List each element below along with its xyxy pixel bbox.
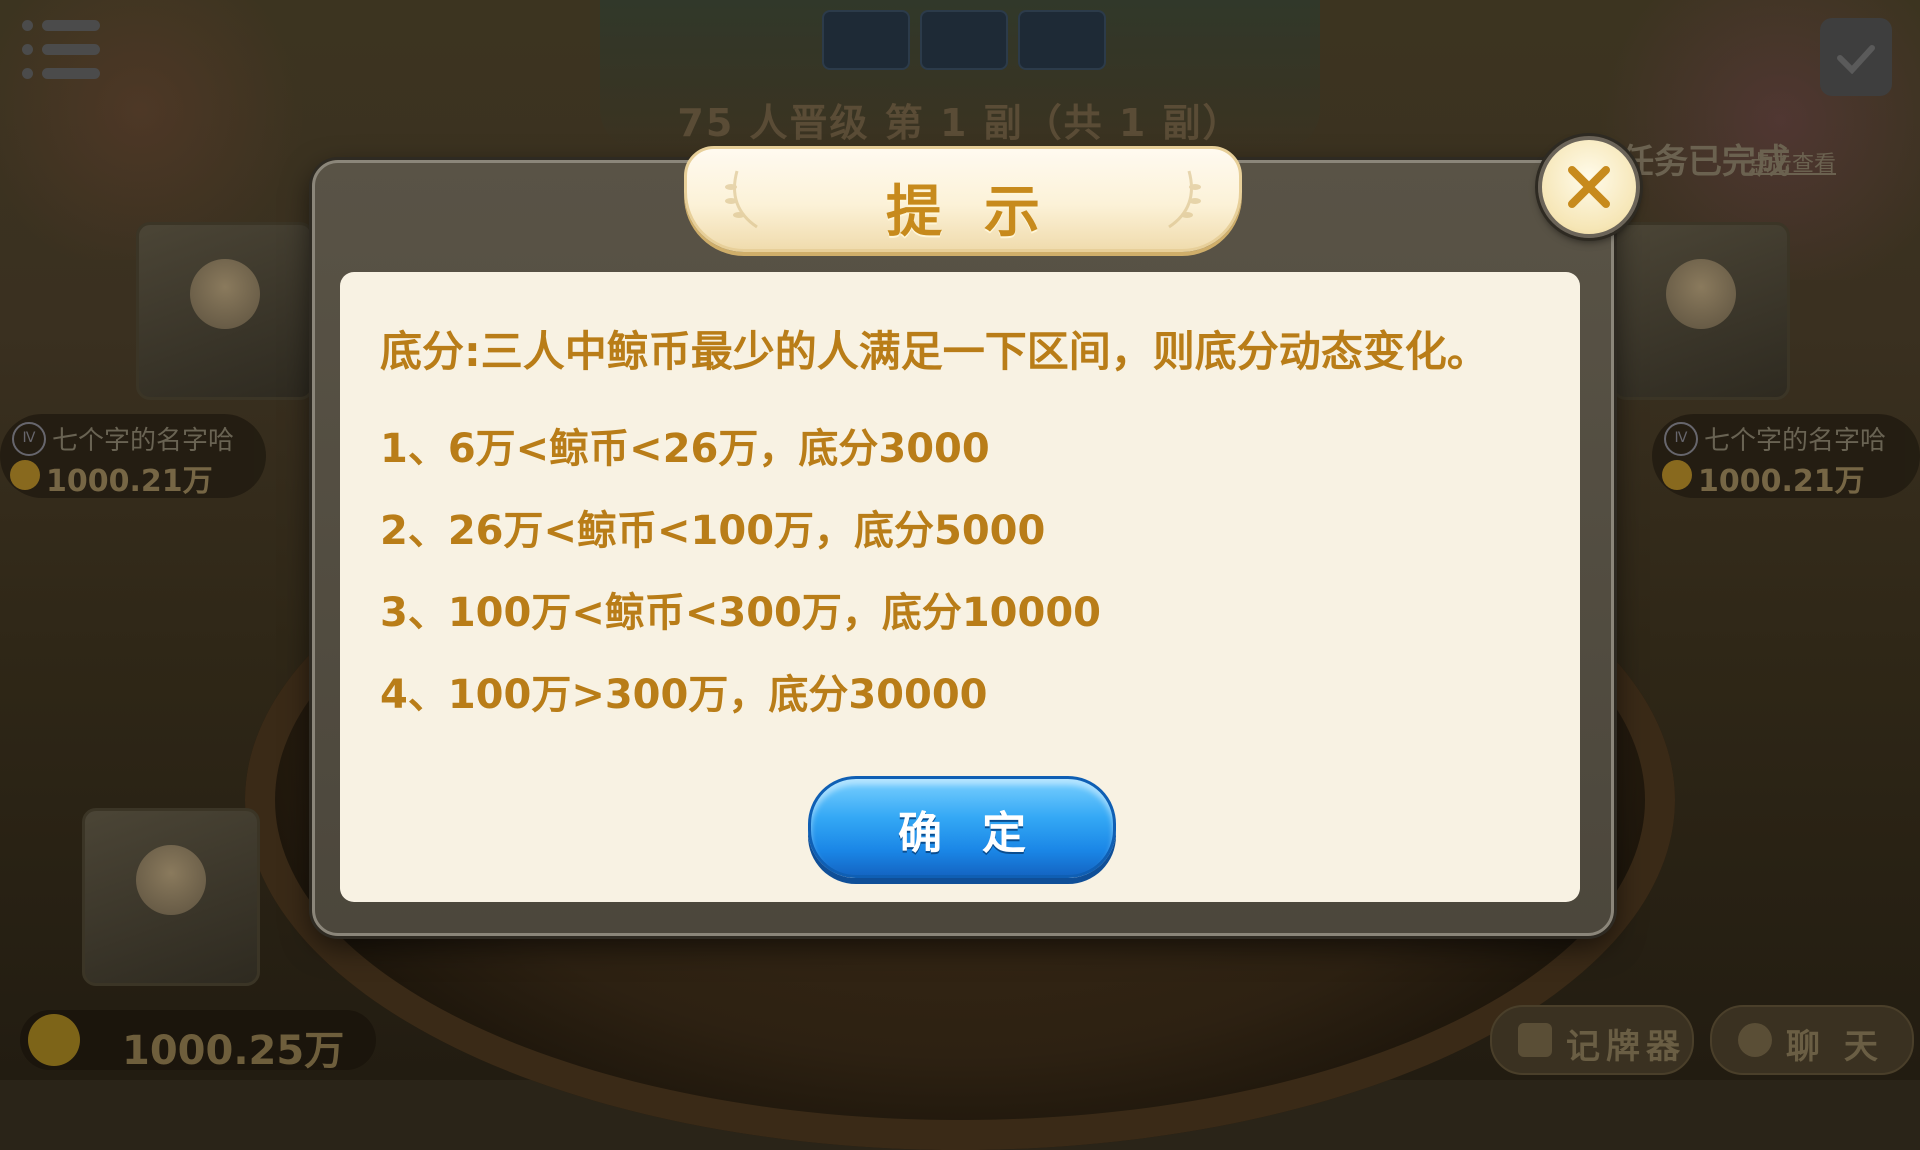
confirm-button[interactable]: 确定	[808, 776, 1116, 878]
top-tab[interactable]	[822, 10, 910, 70]
card-counter-button[interactable]: 记牌器	[1490, 1005, 1694, 1075]
self-avatar[interactable]	[82, 808, 260, 986]
coin-icon	[10, 460, 40, 490]
player-info-left: Ⅳ 七个字的名字哈 1000.21万	[0, 414, 266, 499]
player-coins: 1000.21万	[46, 464, 213, 499]
menu-icon[interactable]	[22, 20, 102, 90]
rule-item-1: 1、6万<鲸币<26万，底分3000	[380, 426, 990, 472]
rule-description: 底分:三人中鲸币最少的人满足一下区间，则底分动态变化。	[380, 327, 1489, 376]
card-counter-label: 记牌器	[1566, 1027, 1686, 1067]
calendar-check-icon[interactable]	[1820, 18, 1892, 96]
confirm-label: 确定	[898, 808, 1066, 859]
player-avatar-right[interactable]	[1612, 222, 1790, 400]
rule-item-4: 4、100万>300万，底分30000	[380, 672, 988, 718]
player-name: 七个字的名字哈	[1704, 426, 1887, 456]
player-name: 七个字的名字哈	[52, 426, 235, 456]
close-button[interactable]	[1538, 136, 1640, 238]
self-coins-bar: 1000.25万	[20, 1010, 376, 1074]
coin-icon	[28, 1014, 80, 1066]
player-avatar-left[interactable]	[136, 222, 314, 400]
card-counter-icon	[1518, 1023, 1552, 1057]
chat-button[interactable]: 聊 天	[1710, 1005, 1914, 1075]
chat-icon	[1738, 1023, 1772, 1057]
rule-item-2: 2、26万<鲸币<100万，底分5000	[380, 508, 1046, 554]
top-tab[interactable]	[920, 10, 1008, 70]
top-tab-group	[822, 10, 1106, 70]
coin-icon	[1662, 460, 1692, 490]
top-tab[interactable]	[1018, 10, 1106, 70]
dialog-title: 提示	[886, 180, 1082, 245]
self-coins: 1000.25万	[122, 1028, 345, 1074]
level-badge-icon: Ⅳ	[12, 422, 46, 456]
level-badge-icon: Ⅳ	[1664, 422, 1698, 456]
dialog-title-banner: 提示	[684, 146, 1242, 252]
chat-label: 聊 天	[1786, 1027, 1884, 1067]
player-coins: 1000.21万	[1698, 464, 1865, 499]
rule-item-3: 3、100万<鲸币<300万，底分10000	[380, 590, 1102, 636]
close-icon	[1568, 166, 1610, 208]
task-view-link[interactable]: 点击查看	[1748, 146, 1836, 178]
player-info-right: Ⅳ 七个字的名字哈 1000.21万	[1652, 414, 1920, 499]
laurel-icon	[1168, 170, 1201, 229]
